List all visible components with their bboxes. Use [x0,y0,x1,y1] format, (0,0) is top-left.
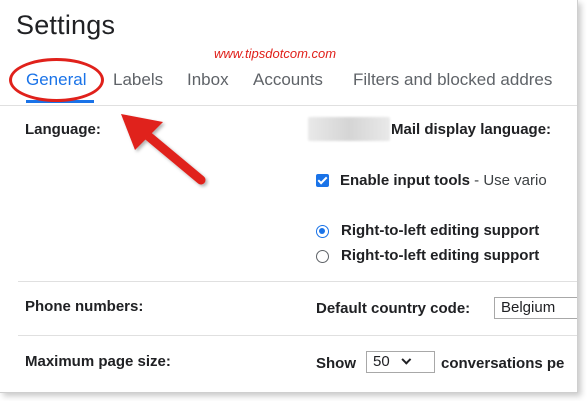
rtl-on-label: Right-to-left editing support [341,222,540,239]
language-label: Language: [25,121,101,138]
row-divider [18,281,577,282]
country-code-value: Belgium [501,299,556,316]
show-label: Show [316,355,356,372]
chevron-down-icon [401,354,411,365]
tab-filters-blocked[interactable]: Filters and blocked addres [353,70,552,90]
input-tools-label: Enable input tools [340,172,470,189]
tab-accounts[interactable]: Accounts [253,70,323,90]
rtl-on-radio[interactable] [316,225,329,238]
highlight-ellipse-annotation [9,58,104,102]
phone-numbers-label: Phone numbers: [25,298,144,315]
tab-inbox[interactable]: Inbox [187,70,229,90]
maximum-page-size-label: Maximum page size: [25,353,171,370]
enable-input-tools-checkbox[interactable] [316,174,329,187]
page-size-value: 50 [373,353,390,370]
watermark: www.tipsdotcom.com [214,46,337,61]
input-tools-text: Enable input tools - Use vario [340,172,547,189]
mail-display-language-label: Mail display language: [391,121,552,138]
row-divider [18,335,577,336]
blurred-language-value [308,117,390,141]
default-country-code-label: Default country code: [316,300,471,317]
page-size-select[interactable]: 50 [366,351,435,373]
tabs-divider [0,105,577,106]
country-code-select[interactable]: Belgium [494,297,577,319]
rtl-off-label: Right-to-left editing support [341,247,540,264]
settings-window: Settings www.tipsdotcom.com General Labe… [0,0,578,393]
conversations-per-page-label: conversations pe [441,355,565,372]
arrow-annotation-icon [121,114,206,185]
tab-labels[interactable]: Labels [113,70,163,90]
page-title: Settings [16,10,116,40]
rtl-off-radio[interactable] [316,250,329,263]
input-tools-desc: - Use vario [470,172,547,189]
